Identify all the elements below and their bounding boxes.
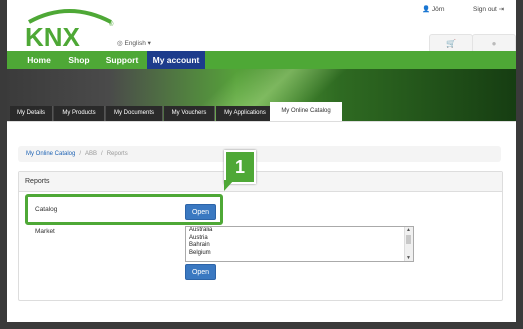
open-market-button[interactable]: Open (185, 264, 216, 280)
panel-title: Reports (19, 172, 502, 192)
user-name: Jörn (431, 6, 445, 13)
market-label: Market (35, 228, 55, 235)
tab-my-vouchers[interactable]: My Vouchers (164, 106, 215, 121)
listbox-scrollbar[interactable]: ▲ ▼ (404, 227, 413, 261)
tab-my-applications[interactable]: My Applications (216, 106, 275, 121)
tab-my-online-catalog[interactable]: My Online Catalog (270, 102, 342, 121)
scroll-up-icon[interactable]: ▲ (406, 227, 411, 233)
breadcrumb-reports: Reports (106, 151, 128, 157)
chevron-down-icon: ▾ (147, 40, 151, 47)
page: KNX ® ◎ English ▾ 👤 Jörn Sign out ⇥ 🛒 ● … (7, 0, 516, 322)
language-label: English (124, 40, 146, 47)
tab-my-documents[interactable]: My Documents (106, 106, 163, 121)
user-icon: 👤 (422, 6, 431, 13)
language-selector[interactable]: ◎ English ▾ (117, 39, 151, 47)
breadcrumb-abb: ABB (85, 151, 98, 157)
signout-label: Sign out (473, 6, 497, 13)
market-option[interactable]: Belgium (186, 250, 413, 258)
tab-my-details[interactable]: My Details (10, 106, 53, 121)
market-option[interactable]: Austria (186, 235, 413, 243)
catalog-label: Catalog (35, 206, 58, 213)
market-option[interactable]: Bahrain (186, 242, 413, 250)
open-catalog-button[interactable]: Open (185, 204, 216, 220)
market-option[interactable]: Australia (186, 227, 413, 235)
tab-my-products[interactable]: My Products (54, 106, 105, 121)
breadcrumb-separator: / (79, 151, 82, 157)
breadcrumb: My Online Catalog / ABB / Reports (18, 146, 501, 162)
breadcrumb-separator: / (101, 151, 103, 157)
nav-my-account[interactable]: My account (147, 51, 205, 69)
step-callout: 1 (224, 150, 256, 184)
breadcrumb-online-catalog[interactable]: My Online Catalog (26, 151, 75, 157)
globe-icon: ● (491, 39, 497, 48)
cart-icon: 🛒 (446, 39, 456, 48)
account-tabs: My Details My Products My Documents My V… (7, 102, 516, 121)
main-nav: Home Shop Support My account (7, 51, 516, 69)
knx-logo[interactable]: KNX ® (21, 6, 117, 48)
user-menu[interactable]: 👤 Jörn (422, 5, 445, 13)
globe-icon: ◎ (117, 40, 123, 47)
nav-home[interactable]: Home (21, 51, 57, 69)
callout-pointer (224, 180, 234, 191)
top-header: KNX ® ◎ English ▾ 👤 Jörn Sign out ⇥ 🛒 ● (7, 0, 516, 53)
nav-support[interactable]: Support (101, 51, 143, 69)
scroll-thumb[interactable] (406, 235, 411, 244)
svg-text:®: ® (109, 21, 114, 28)
scroll-down-icon[interactable]: ▼ (406, 255, 411, 261)
nav-shop[interactable]: Shop (63, 51, 95, 69)
market-listbox[interactable]: Australia Austria Bahrain Belgium ▲ ▼ (185, 226, 414, 262)
signout-icon: ⇥ (498, 6, 505, 13)
logo-text: KNX (25, 22, 81, 48)
signout-link[interactable]: Sign out ⇥ (473, 5, 504, 13)
